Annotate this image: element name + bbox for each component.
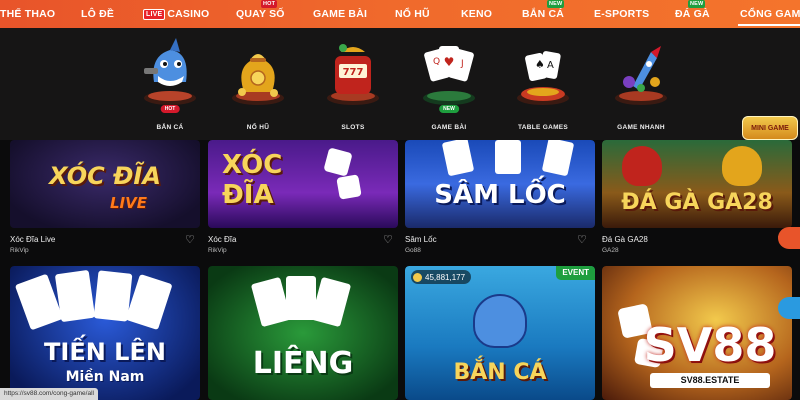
rocket-icon [611, 38, 671, 108]
slot-machine-icon: 777 [323, 38, 383, 108]
game-card-xoc-dia-live[interactable]: XÓC ĐĨA LIVE Xóc Đĩa Live RikVip ♡ [10, 140, 200, 258]
game-thumbnail: XÓC ĐĨA [208, 140, 398, 228]
status-url: https://sv88.com/cong-game/all [0, 388, 98, 400]
rooster-icon [722, 146, 762, 186]
playing-card-icon [54, 269, 96, 323]
coin-icon [413, 272, 422, 282]
dice-icon [323, 147, 353, 177]
game-card-tien-len[interactable]: TIẾN LÊN Miền Nam [10, 266, 200, 400]
game-thumbnail: 45,881,177 EVENT BẮN CÁ [405, 266, 595, 400]
event-badge: EVENT [556, 266, 595, 280]
shark-icon [473, 294, 527, 348]
game-card-sam-loc[interactable]: SÂM LỐC Sâm Lốc Go88 ♡ [405, 140, 595, 258]
svg-text:J: J [460, 59, 464, 69]
nav-item-da-ga[interactable]: ĐÁ GÀ NEW [675, 0, 710, 28]
rooster-icon [622, 146, 662, 186]
category-game-nhanh[interactable]: GAME NHANH [601, 38, 681, 138]
svg-text:♠: ♠ [535, 58, 545, 71]
game-card-da-ga-ga28[interactable]: ĐÁ GÀ GA28 Đá Gà GA28 GA28 ♡ [602, 140, 792, 258]
nav-item-quay-so[interactable]: QUAY SỐ HOT [236, 0, 285, 28]
svg-text:♥: ♥ [444, 55, 455, 69]
playing-card-icon [125, 273, 173, 331]
nav-item-ban-ca[interactable]: BẮN CÁ NEW [522, 0, 565, 28]
nav-item-e-sports[interactable]: E-SPORTS [594, 0, 649, 28]
playing-card-icon [495, 140, 521, 174]
favorite-heart-icon[interactable]: ♡ [383, 233, 393, 246]
telegram-icon[interactable] [778, 297, 800, 319]
game-thumbnail: LIÊNG [208, 266, 398, 400]
category-table-games[interactable]: ♠ A TABLE GAMES [503, 38, 583, 138]
svg-text:777: 777 [343, 67, 364, 78]
nav-item-casino[interactable]: LIVE CASINO [143, 0, 209, 28]
coin-balance: 45,881,177 [411, 270, 472, 284]
favorite-heart-icon[interactable]: ♡ [185, 233, 195, 246]
playing-card-icon [441, 140, 475, 177]
hot-badge: HOT [160, 105, 180, 113]
favorite-heart-icon[interactable]: ♡ [577, 233, 587, 246]
nav-item-lo-de[interactable]: LÔ ĐỀ [81, 0, 114, 28]
live-badge: LIVE [143, 8, 166, 20]
game-thumbnail: ĐÁ GÀ GA28 [602, 140, 792, 228]
nav-item-the-thao[interactable]: THỂ THAO [0, 0, 55, 28]
game-card-xoc-dia[interactable]: XÓC ĐĨA Xóc Đĩa RikVip ♡ [208, 140, 398, 258]
playing-card-icon [541, 140, 575, 177]
game-thumbnail: TIẾN LÊN Miền Nam [10, 266, 200, 400]
game-card-ban-ca[interactable]: 45,881,177 EVENT BẮN CÁ [405, 266, 595, 400]
nav-item-no-hu[interactable]: NỔ HŨ [395, 0, 430, 28]
top-nav: THỂ THAO LÔ ĐỀ LIVE CASINO QUAY SỐ HOT G… [0, 0, 800, 28]
nav-item-game-bai[interactable]: GAME BÀI [313, 0, 367, 28]
category-ban-ca[interactable]: HOT BẮN CÁ [130, 38, 210, 138]
new-badge: NEW [439, 105, 459, 113]
shark-icon [140, 38, 200, 108]
game-thumbnail: SÂM LỐC [405, 140, 595, 228]
new-badge: NEW [547, 0, 565, 8]
category-slots[interactable]: 777 SLOTS [313, 38, 393, 138]
svg-text:Q: Q [433, 57, 440, 67]
mini-game-button[interactable]: MINI GAME [742, 116, 798, 140]
playing-card-icon [310, 276, 352, 328]
table-cards-icon: ♠ A [513, 38, 573, 108]
dice-icon [336, 174, 362, 200]
game-thumbnail: XÓC ĐĨA LIVE [10, 140, 200, 228]
playing-cards-icon: ♥ Q J [419, 38, 479, 108]
category-no-hu[interactable]: NỔ HŨ [218, 38, 298, 138]
nav-item-keno[interactable]: KENO [461, 0, 492, 28]
chat-support-icon[interactable] [778, 227, 800, 249]
game-card-lieng[interactable]: LIÊNG [208, 266, 398, 400]
money-bag-icon [228, 38, 288, 108]
game-category-menu: HOT BẮN CÁ NỔ HŨ 777 SLOTS ♥ Q J NEW GAM… [0, 28, 800, 140]
svg-text:A: A [547, 60, 554, 71]
sv88-watermark: SV88 SV88.ESTATE [622, 318, 798, 394]
category-game-bai[interactable]: ♥ Q J NEW GAME BÀI [409, 38, 489, 138]
hot-badge: HOT [261, 0, 278, 8]
new-badge: NEW [688, 0, 706, 8]
active-tab-indicator [738, 24, 800, 26]
